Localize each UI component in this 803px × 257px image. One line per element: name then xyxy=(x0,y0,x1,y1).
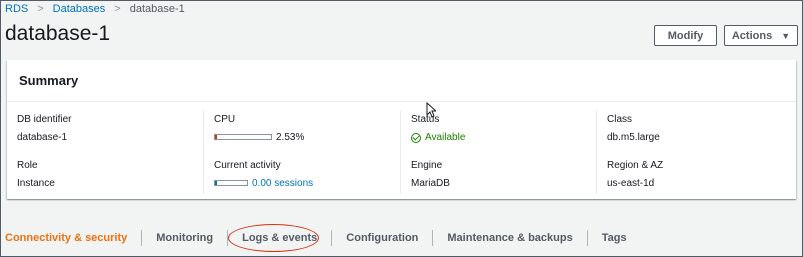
chevron-right-icon: > xyxy=(37,3,44,15)
summary-column-1: DB identifier database-1 Role Instance xyxy=(7,110,203,194)
tab-monitoring[interactable]: Monitoring xyxy=(156,232,213,244)
summary-column-4: Class db.m5.large Region & AZ us-east-1d xyxy=(596,110,796,194)
engine-value: MariaDB xyxy=(411,178,450,189)
class-value: db.m5.large xyxy=(607,132,660,143)
db-identifier-value: database-1 xyxy=(17,132,68,143)
sessions-bar xyxy=(214,180,248,187)
tab-maintenance-backups[interactable]: Maintenance & backups xyxy=(447,232,572,244)
current-activity-value: 0.00 sessions xyxy=(214,178,313,189)
cpu-percent-text: 2.53% xyxy=(276,132,305,143)
modify-button[interactable]: Modify xyxy=(654,25,717,46)
detail-tabs: Connectivity & security Monitoring Logs … xyxy=(5,224,795,252)
summary-title: Summary xyxy=(7,60,796,102)
cpu-usage-bar-fill xyxy=(215,135,217,140)
tab-divider xyxy=(331,230,333,246)
engine-label: Engine xyxy=(411,160,443,171)
status-value: Available xyxy=(411,132,465,146)
mouse-pointer-icon xyxy=(426,102,436,118)
status-available: Available xyxy=(411,132,465,143)
summary-grid: DB identifier database-1 Role Instance C… xyxy=(7,102,796,199)
current-activity-label: Current activity xyxy=(214,160,281,171)
sessions-bar-fill xyxy=(215,181,217,186)
breadcrumb-databases-link[interactable]: Databases xyxy=(53,3,106,15)
breadcrumb-current: database-1 xyxy=(129,3,185,15)
modify-button-label: Modify xyxy=(667,29,704,42)
tab-divider xyxy=(141,230,143,246)
caret-down-icon: ▼ xyxy=(781,30,791,41)
tab-connectivity-security[interactable]: Connectivity & security xyxy=(5,232,127,244)
db-identifier-label: DB identifier xyxy=(17,114,72,125)
sessions-link[interactable]: 0.00 sessions xyxy=(252,178,313,189)
breadcrumb: RDS > Databases > database-1 xyxy=(5,2,185,16)
tab-tags[interactable]: Tags xyxy=(602,232,627,244)
actions-button[interactable]: Actions ▼ xyxy=(724,25,798,46)
check-circle-icon xyxy=(411,132,421,143)
cpu-value: 2.53% xyxy=(214,132,304,143)
page-title: database-1 xyxy=(5,22,111,45)
breadcrumb-rds-link[interactable]: RDS xyxy=(5,3,28,15)
cpu-label: CPU xyxy=(214,114,236,125)
status-text: Available xyxy=(425,132,466,143)
class-label: Class xyxy=(607,114,633,125)
summary-panel: Summary DB identifier database-1 Role In… xyxy=(7,60,796,199)
highlight-circle-annotation xyxy=(228,224,320,252)
role-label: Role xyxy=(17,160,38,171)
tab-configuration[interactable]: Configuration xyxy=(346,232,418,244)
summary-column-3: Status Available Engine MariaDB xyxy=(400,110,596,194)
region-az-value: us-east-1d xyxy=(607,178,655,189)
tab-divider xyxy=(432,230,434,246)
role-value: Instance xyxy=(17,178,55,189)
tab-divider xyxy=(586,230,588,246)
tab-logs-events[interactable]: Logs & events xyxy=(228,224,320,252)
summary-column-2: CPU 2.53% Current activity 0.00 sessions xyxy=(203,110,400,194)
cpu-usage-bar xyxy=(214,134,272,141)
region-az-label: Region & AZ xyxy=(607,160,664,171)
actions-button-label: Actions xyxy=(731,29,773,42)
chevron-right-icon: > xyxy=(114,3,121,15)
